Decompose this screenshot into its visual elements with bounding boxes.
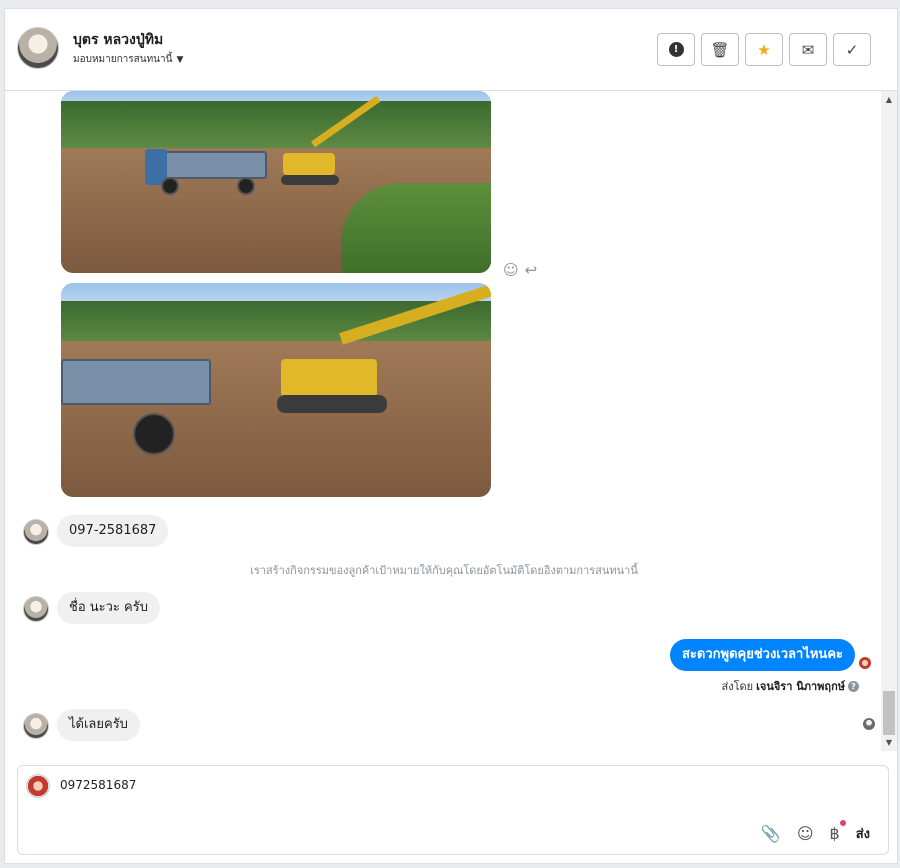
conversation-header: บุตร หลวงปู่ทิม มอบหมายการสนทนานี้ ▼ ! 🗑… — [5, 9, 897, 91]
message-composer: 📎 ☺ ฿ ส่ง — [17, 765, 889, 855]
message-photo-2[interactable] — [61, 283, 491, 497]
contact-avatar-small — [23, 596, 49, 622]
assign-label: มอบหมายการสนทนานี้ — [73, 54, 173, 65]
notification-dot — [839, 820, 846, 826]
emoji-react-icon[interactable]: ☺ — [503, 261, 519, 279]
payment-icon[interactable]: ฿ — [830, 820, 846, 843]
sent-by-prefix: ส่งโดย — [721, 680, 754, 693]
star-button[interactable]: ★ — [745, 33, 783, 66]
outgoing-message[interactable]: สะดวกพูดคุยช่วงเวลาไหนคะ — [669, 639, 855, 671]
message-photo-1[interactable] — [61, 91, 491, 273]
assign-conversation-dropdown[interactable]: มอบหมายการสนทนานี้ ▼ — [73, 52, 183, 67]
message-thread[interactable]: ☺ ↩ 097-2581687 เราสร้างกิจกรรมของลูกค้า… — [5, 91, 883, 751]
envelope-icon: ✉ — [801, 40, 815, 59]
emoji-icon[interactable]: ☺ — [797, 824, 814, 843]
message-actions: ☺ ↩ — [503, 261, 537, 279]
read-receipt-avatar — [863, 718, 875, 730]
inbox-window: บุตร หลวงปู่ทิม มอบหมายการสนทนานี้ ▼ ! 🗑… — [4, 8, 898, 864]
scroll-up-icon[interactable]: ▲ — [881, 95, 897, 104]
reply-icon[interactable]: ↩ — [525, 261, 538, 279]
thread-scrollbar[interactable]: ▲ ▼ — [881, 91, 897, 751]
scrollbar-thumb[interactable] — [883, 691, 895, 735]
header-actions: ! 🗑 ★ ✉ ✓ — [657, 33, 871, 66]
question-icon[interactable]: ? — [848, 680, 859, 692]
contact-avatar[interactable] — [17, 27, 59, 69]
contact-avatar-small — [23, 519, 49, 545]
system-note: เราสร้างกิจกรรมของลูกค้าเป้าหมายให้กับคุ… — [250, 564, 638, 577]
message-input[interactable] — [60, 778, 760, 792]
mark-done-button[interactable]: ✓ — [833, 33, 871, 66]
incoming-message[interactable]: ชื่อ นะวะ ครับ — [57, 592, 160, 624]
sent-by-label: ส่งโดย เจนจิรา นิภาพฤกษ์ ? — [722, 677, 859, 695]
star-icon: ★ — [757, 40, 771, 59]
contact-name[interactable]: บุตร หลวงปู่ทิม — [73, 29, 163, 51]
caret-down-icon: ▼ — [176, 54, 184, 65]
contact-avatar-small — [23, 713, 49, 739]
trash-icon: 🗑 — [710, 40, 730, 59]
check-icon: ✓ — [845, 40, 859, 59]
composer-tools: 📎 ☺ ฿ ส่ง — [761, 820, 870, 844]
scroll-down-icon[interactable]: ▼ — [881, 738, 897, 747]
spam-button[interactable]: ! — [657, 33, 695, 66]
sender-avatar — [859, 657, 871, 669]
delete-button[interactable]: 🗑 — [701, 33, 739, 66]
incoming-message[interactable]: ได้เลยครับ — [57, 709, 140, 741]
mark-unread-button[interactable]: ✉ — [789, 33, 827, 66]
exclamation-icon: ! — [668, 42, 684, 57]
incoming-message[interactable]: 097-2581687 — [57, 515, 169, 547]
send-button[interactable]: ส่ง — [856, 823, 870, 844]
paperclip-icon[interactable]: 📎 — [761, 824, 781, 843]
sent-by-name[interactable]: เจนจิรา นิภาพฤกษ์ — [756, 677, 845, 695]
agent-avatar — [26, 774, 50, 798]
